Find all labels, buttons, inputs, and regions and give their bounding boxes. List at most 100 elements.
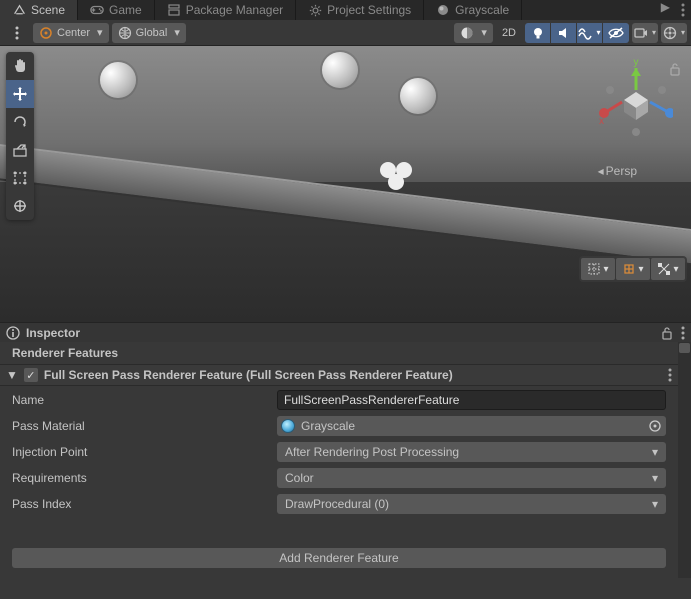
feature-header: ▼ ✓ Full Screen Pass Renderer Feature (F… xyxy=(0,364,678,386)
tab-grayscale[interactable]: Grayscale xyxy=(424,0,522,20)
tool-rect[interactable] xyxy=(6,164,34,192)
toggle-2d[interactable]: 2D xyxy=(496,23,522,43)
tab-menu-icon[interactable] xyxy=(675,0,691,20)
info-icon xyxy=(6,326,20,340)
feature-properties: Name Pass Material Grayscale xyxy=(0,386,678,518)
tool-transform[interactable] xyxy=(6,192,34,220)
tab-project-settings[interactable]: Project Settings xyxy=(296,0,424,20)
tab-package-manager[interactable]: Package Manager xyxy=(155,0,296,20)
chevron-down-icon: ▾ xyxy=(596,28,600,37)
chevron-down-icon: ▾ xyxy=(681,28,685,37)
object-picker-icon[interactable] xyxy=(648,419,662,433)
prop-pass-material: Pass Material Grayscale xyxy=(12,416,666,436)
tab-game[interactable]: Game xyxy=(78,0,155,20)
shaded-icon xyxy=(460,26,474,40)
svg-text:y: y xyxy=(634,57,639,68)
scene-icon xyxy=(12,3,26,17)
view-mode-label[interactable]: ◂ Persp xyxy=(598,164,637,178)
prop-pass-index: Pass Index DrawProcedural (0) ▾ xyxy=(12,494,666,514)
pass-material-field[interactable]: Grayscale xyxy=(277,416,666,436)
toggle-lighting[interactable] xyxy=(525,23,551,43)
coord-mode-label: Global xyxy=(136,27,168,39)
tab-scene[interactable]: Scene xyxy=(0,0,78,20)
pivot-mode-label: Center xyxy=(57,27,90,39)
scene-overlay-toolbar: ▾ ▾ ▾ xyxy=(579,256,687,282)
camera-icon xyxy=(634,27,648,39)
reflection-probe-icon[interactable] xyxy=(378,156,418,196)
add-renderer-feature-button[interactable]: Add Renderer Feature xyxy=(12,548,666,568)
tab-label: Game xyxy=(109,3,142,17)
material-icon xyxy=(281,419,295,433)
gizmos-icon xyxy=(663,26,677,40)
toggle-fx[interactable]: ▾ xyxy=(577,23,603,43)
feature-menu-icon[interactable] xyxy=(668,368,672,382)
snap-increment-button[interactable]: ▾ xyxy=(616,258,650,280)
lock-icon[interactable] xyxy=(661,326,673,340)
tool-pivot-mode[interactable]: Center ▾ xyxy=(33,23,109,43)
feature-title: Full Screen Pass Renderer Feature (Full … xyxy=(44,368,453,382)
light-gizmo-icon[interactable] xyxy=(100,62,136,98)
chevron-down-icon: ▾ xyxy=(481,26,487,39)
inspector-scrollbar[interactable] xyxy=(678,342,691,578)
scene-toolbar: Center ▾ Global ▾ ▾ 2D ▾ ▾ ▾ xyxy=(0,20,691,46)
foldout-toggle[interactable]: ▼ xyxy=(6,368,18,382)
toggle-visibility[interactable] xyxy=(603,23,629,43)
renderer-features-section: Renderer Features xyxy=(0,342,678,364)
gamepad-icon xyxy=(90,3,104,17)
chevron-down-icon: ▾ xyxy=(174,26,180,39)
grid-snap-button[interactable]: ▾ xyxy=(581,258,615,280)
tab-overflow-arrow-icon[interactable]: ▶ xyxy=(656,0,675,20)
prop-requirements: Requirements Color ▾ xyxy=(12,468,666,488)
audio-icon xyxy=(557,26,571,40)
gear-icon xyxy=(308,3,322,17)
svg-text:z: z xyxy=(669,108,673,119)
chevron-down-icon: ▾ xyxy=(652,497,658,511)
requirements-dropdown[interactable]: Color ▾ xyxy=(277,468,666,488)
prop-injection-point: Injection Point After Rendering Post Pro… xyxy=(12,442,666,462)
tab-label: Scene xyxy=(31,3,65,17)
scene-transform-tools xyxy=(6,52,34,220)
editor-tabs: Scene Game Package Manager Project Setti… xyxy=(0,0,691,20)
feature-enabled-checkbox[interactable]: ✓ xyxy=(24,368,38,382)
debug-draw-mode[interactable]: ▾ xyxy=(454,23,493,43)
chevron-down-icon: ▾ xyxy=(652,471,658,485)
tab-label: Package Manager xyxy=(186,3,283,17)
tool-rotate[interactable] xyxy=(6,108,34,136)
eye-off-icon xyxy=(608,26,624,40)
chevron-down-icon: ▾ xyxy=(652,445,658,459)
snap-settings-button[interactable]: ▾ xyxy=(651,258,685,280)
toggle-audio[interactable] xyxy=(551,23,577,43)
chevron-down-icon: ▾ xyxy=(652,28,656,37)
center-icon xyxy=(39,26,53,40)
tool-coordinate-mode[interactable]: Global ▾ xyxy=(112,23,186,43)
tool-hand[interactable] xyxy=(6,52,34,80)
light-gizmo-icon[interactable] xyxy=(322,52,358,88)
gizmos-dropdown[interactable]: ▾ xyxy=(661,23,687,43)
injection-point-dropdown[interactable]: After Rendering Post Processing ▾ xyxy=(277,442,666,462)
name-input[interactable] xyxy=(277,390,666,410)
inspector-title: Inspector xyxy=(26,326,80,340)
light-gizmo-icon[interactable] xyxy=(400,78,436,114)
package-icon xyxy=(167,3,181,17)
overlay-menu-button[interactable] xyxy=(4,23,30,43)
fx-icon xyxy=(578,26,592,40)
tool-move[interactable] xyxy=(6,80,34,108)
chevron-down-icon: ▾ xyxy=(97,26,103,39)
prop-name: Name xyxy=(12,390,666,410)
scroll-up-icon[interactable] xyxy=(679,343,690,353)
tab-label: Project Settings xyxy=(327,3,411,17)
view-options-group: ▾ xyxy=(525,23,629,43)
chevron-left-icon: ◂ xyxy=(598,164,604,178)
tool-scale[interactable] xyxy=(6,136,34,164)
globe-icon xyxy=(118,26,132,40)
lightbulb-icon xyxy=(531,26,545,40)
inspector-header: Inspector xyxy=(0,322,691,342)
pass-index-dropdown[interactable]: DrawProcedural (0) ▾ xyxy=(277,494,666,514)
panel-menu-icon[interactable] xyxy=(681,326,685,340)
tab-label: Grayscale xyxy=(455,3,509,17)
inspector-body: Renderer Features ▼ ✓ Full Screen Pass R… xyxy=(0,342,678,578)
camera-settings[interactable]: ▾ xyxy=(632,23,658,43)
material-icon xyxy=(436,3,450,17)
scene-viewport[interactable]: y z x ◂ Persp ▾ ▾ ▾ xyxy=(0,46,691,322)
orientation-gizmo[interactable]: y z x xyxy=(599,56,673,146)
